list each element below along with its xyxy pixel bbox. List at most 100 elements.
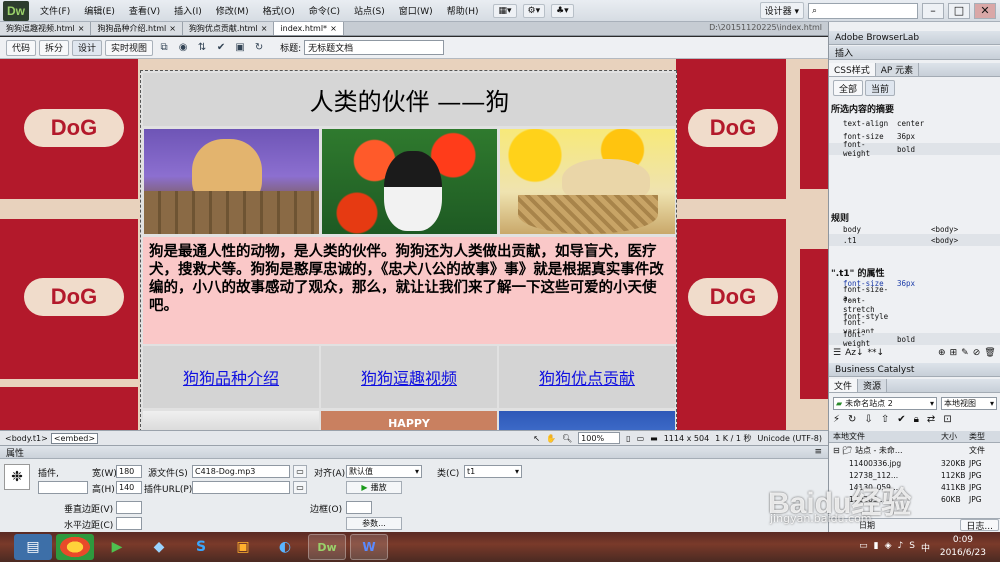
tab-merits-page[interactable]: 狗狗优点贡献.html × [182, 22, 275, 35]
property-row[interactable]: font-weight bold [829, 330, 1000, 348]
delete-rule-icon[interactable]: 🗑︎ [984, 348, 995, 358]
menu-help[interactable]: 帮助(H) [440, 4, 486, 17]
nav-link-merits[interactable]: 狗狗优点贡献 [499, 346, 675, 408]
tab-css-styles[interactable]: CSS样式 [829, 63, 876, 76]
col-local-files[interactable]: 本地文件 [829, 431, 941, 442]
params-button[interactable]: 参数... [346, 517, 402, 530]
code-view-button[interactable]: 代码 [6, 39, 37, 56]
media-player-icon[interactable]: ▶ [98, 534, 136, 560]
menu-commands[interactable]: 命令(C) [302, 4, 347, 17]
hspace-input[interactable] [116, 517, 142, 530]
folder-icon[interactable]: ▭ [293, 481, 307, 494]
browserlab-panel-header[interactable]: Adobe BrowserLab [829, 31, 1000, 45]
checkin-icon[interactable]: 🔒︎ [914, 414, 919, 425]
layout-icon[interactable]: ▦▾ [493, 3, 517, 18]
desktop-size-icon[interactable]: ▬ [650, 434, 658, 443]
border-input[interactable] [346, 501, 372, 514]
ime-icon[interactable]: 中 [921, 541, 930, 554]
view-select[interactable]: 本地视图 ▾ [941, 397, 997, 410]
summary-row[interactable]: font-weight bold [829, 140, 1000, 158]
package-icon[interactable]: ▣ [224, 534, 262, 560]
site-select[interactable]: ▰ 未命名站点 2 ▾ [833, 397, 937, 410]
plugin-url-input[interactable] [192, 481, 290, 494]
business-catalyst-header[interactable]: Business Catalyst [829, 363, 1000, 377]
new-rule-icon[interactable]: ⊞ [950, 348, 958, 358]
sleeping-puppy-photo[interactable] [500, 129, 675, 234]
volume-icon[interactable]: ♪ [898, 541, 904, 554]
preview-icon[interactable]: ◉ [175, 40, 191, 56]
attach-style-icon[interactable]: ⊕ [938, 348, 946, 358]
connect-icon[interactable]: ⚡ [833, 414, 840, 425]
sogou-tray-icon[interactable]: S [909, 541, 915, 554]
title-input[interactable]: 无标题文档 [304, 40, 445, 55]
hand-tool-icon[interactable]: ✋ [546, 434, 556, 443]
class-select[interactable]: t1 ▾ [464, 465, 522, 478]
browser-icon[interactable] [56, 534, 94, 560]
tab-breeds-page[interactable]: 狗狗品种介绍.html × [91, 22, 183, 35]
menu-window[interactable]: 窗口(W) [392, 4, 440, 17]
design-view-button[interactable]: 设计 [72, 39, 103, 56]
tablet-size-icon[interactable]: ▭ [637, 434, 645, 443]
live-view-button[interactable]: 实时视图 [105, 39, 154, 56]
maximize-button[interactable]: □ [948, 2, 970, 19]
tag-embed[interactable]: <embed> [50, 432, 99, 444]
close-button[interactable]: ✕ [974, 2, 996, 19]
multiscreen-icon[interactable]: ⧉ [156, 40, 172, 56]
tab-files[interactable]: 文件 [829, 379, 859, 392]
menu-edit[interactable]: 编辑(E) [77, 4, 122, 17]
disable-rule-icon[interactable]: ⊘ [973, 348, 981, 358]
description-text[interactable]: 狗是最通人性的动物，是人类的伙伴。狗狗还为人类做出贡献，如导盲犬，医疗犬，搜救犬… [143, 237, 676, 344]
golden-puppy-photo[interactable] [144, 129, 319, 234]
visual-aids-icon[interactable]: ▣ [232, 40, 248, 56]
bottom-image-2[interactable]: HAPPY [321, 411, 497, 430]
close-icon[interactable]: × [261, 24, 268, 33]
tab-all[interactable]: 全部 [833, 80, 864, 96]
vspace-input[interactable] [116, 501, 142, 514]
page-container[interactable]: 人类的伙伴 ——狗 狗是最通人性的动物，是人类的伙伴。狗狗还为人类做出贡献，如导… [140, 70, 677, 430]
battery-icon[interactable]: ▭ [859, 541, 868, 554]
nav-link-videos[interactable]: 狗狗逗趣视频 [321, 346, 497, 408]
split-view-button[interactable]: 拆分 [39, 39, 70, 56]
menu-view[interactable]: 查看(V) [122, 4, 167, 17]
close-icon[interactable]: × [169, 24, 176, 33]
extend-icon[interactable]: ⚙▾ [522, 3, 546, 18]
file-explorer-icon[interactable]: ▤ [14, 534, 52, 560]
file-tree-root[interactable]: ⊟ 📁︎ 站点 - 未命... 文件 [829, 444, 1000, 456]
menu-site[interactable]: 站点(S) [347, 4, 392, 17]
check-browser-icon[interactable]: ✔ [213, 40, 229, 56]
plugin-name-input[interactable] [38, 481, 88, 494]
rule-row[interactable]: .t1 <body> [829, 234, 1000, 246]
network-icon[interactable]: ▮ [874, 541, 879, 554]
tag-body[interactable]: <body.t1> [2, 433, 51, 444]
app-icon[interactable]: ◆ [140, 534, 178, 560]
menu-file[interactable]: 文件(F) [33, 4, 77, 17]
tab-video-page[interactable]: 狗狗逗趣视频.html × [0, 22, 92, 35]
word-task-icon[interactable]: W [350, 534, 388, 560]
zoom-tool-icon[interactable]: 🔍︎ [562, 434, 572, 443]
tab-ap-elements[interactable]: AP 元素 [875, 63, 920, 76]
mobile-size-icon[interactable]: ▯ [626, 434, 630, 443]
src-input[interactable]: C418-Dog.mp3 [192, 465, 290, 478]
bottom-image-3[interactable] [499, 411, 675, 430]
select-tool-icon[interactable]: ↖ [533, 434, 540, 443]
col-type[interactable]: 类型 [969, 431, 985, 442]
panel-menu-icon[interactable]: ≡ [814, 447, 822, 457]
taskbar-clock[interactable]: 0:09 2016/6/23 [940, 534, 986, 560]
close-icon[interactable]: × [78, 24, 85, 33]
window-size[interactable]: 1114 x 504 [664, 434, 709, 443]
sogou-icon[interactable]: S [182, 534, 220, 560]
page-title[interactable]: 人类的伙伴 ——狗 [143, 73, 676, 126]
design-canvas[interactable]: DoG DoG DoG DoG 人类的伙伴 ——狗 狗是最通人性的动物，是人类的… [0, 59, 828, 430]
search-input[interactable]: ⌕ [808, 2, 918, 19]
log-button[interactable]: 日志... [960, 519, 999, 532]
menu-modify[interactable]: 修改(M) [209, 4, 256, 17]
play-button[interactable]: ▶ 播放 [346, 481, 402, 494]
bottom-image-1[interactable] [143, 411, 319, 430]
nav-link-breeds[interactable]: 狗狗品种介绍 [143, 346, 319, 408]
tray-icon[interactable]: ◈ [885, 541, 892, 554]
site-icon[interactable]: ♣▾ [551, 3, 574, 18]
tab-assets[interactable]: 资源 [858, 379, 888, 392]
menu-format[interactable]: 格式(O) [256, 4, 302, 17]
menu-insert[interactable]: 插入(I) [167, 4, 209, 17]
checkout-icon[interactable]: ✔ [897, 414, 905, 425]
